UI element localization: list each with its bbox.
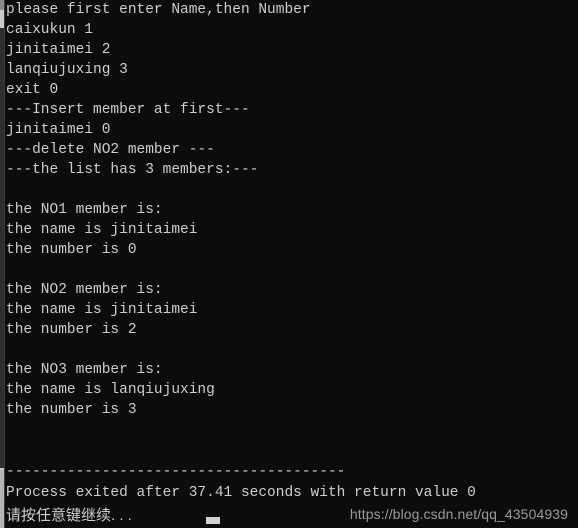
console-line: the number is 3 [6,402,137,418]
console-line: the NO2 member is: [6,282,163,298]
console-line: please first enter Name,then Number [6,2,311,18]
console-line: ---Insert member at first--- [6,102,250,118]
text-cursor [206,517,220,524]
console-line: the NO1 member is: [6,202,163,218]
press-any-key-row: 请按任意键继续. . . https://blog.csdn.net/qq_43… [6,504,572,528]
console-line: caixukun 1 [6,22,94,38]
console-line: the number is 0 [6,242,137,258]
vertical-scrollbar[interactable] [0,0,5,528]
console-line: ---delete NO2 member --- [6,142,215,158]
console-line: the name is jinitaimei [6,302,198,318]
scrollbar-thumb[interactable] [0,28,4,468]
console-line: the name is lanqiujuxing [6,382,215,398]
console-footer: --------------------------------------- … [6,462,572,528]
console-line: jinitaimei 2 [6,42,111,58]
console-line: lanqiujuxing 3 [6,62,128,78]
scrollbar-track-top[interactable] [0,0,4,10]
separator-line: --------------------------------------- [6,464,346,480]
scrollbar-track-bottom[interactable] [0,470,4,528]
console-line: exit 0 [6,82,59,98]
console-output-area: please first enter Name,then Number caixu… [6,0,572,528]
console-line: the name is jinitaimei [6,222,198,238]
console-line: jinitaimei 0 [6,122,111,138]
press-any-key-text: 请按任意键继续. . . [6,507,132,524]
exit-status-line: Process exited after 37.41 seconds with … [6,485,476,501]
console-window: please first enter Name,then Number caixu… [0,0,578,528]
console-line: the NO3 member is: [6,362,163,378]
console-line: ---the list has 3 members:--- [6,162,259,178]
console-line: the number is 2 [6,322,137,338]
csdn-watermark: https://blog.csdn.net/qq_43504939 [349,506,568,522]
